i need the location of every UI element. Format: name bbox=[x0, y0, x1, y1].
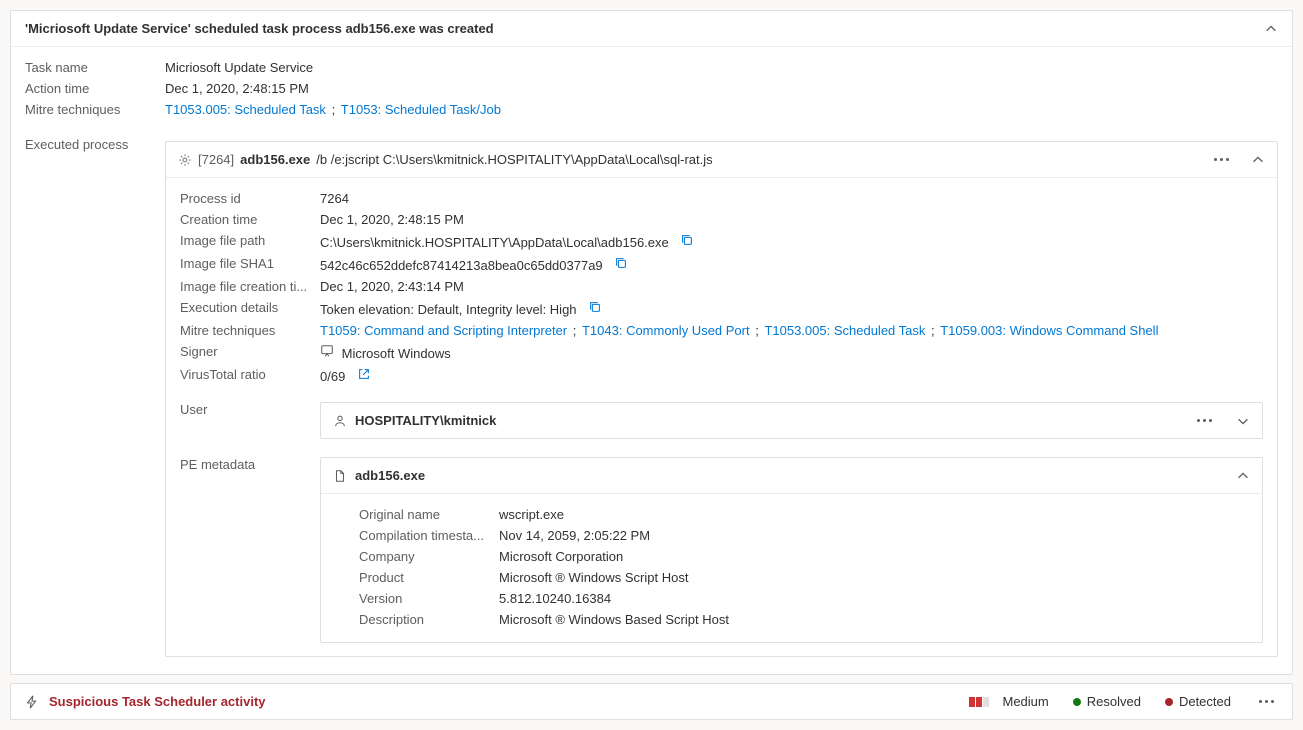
chevron-down-icon bbox=[1236, 414, 1250, 428]
value-image-path: C:\Users\kmitnick.HOSPITALITY\AppData\Lo… bbox=[320, 235, 669, 250]
label-version: Version bbox=[359, 591, 499, 606]
value-vt-ratio: 0/69 bbox=[320, 369, 345, 384]
value-exec-details: Token elevation: Default, Integrity leve… bbox=[320, 302, 577, 317]
mitre-link[interactable]: T1053: Scheduled Task/Job bbox=[341, 102, 501, 117]
copy-icon[interactable] bbox=[588, 300, 602, 314]
alert-title: Suspicious Task Scheduler activity bbox=[49, 694, 959, 709]
mitre-link[interactable]: T1053.005: Scheduled Task bbox=[764, 323, 925, 338]
label-vt-ratio: VirusTotal ratio bbox=[180, 367, 320, 384]
person-icon bbox=[333, 414, 347, 428]
label-signer: Signer bbox=[180, 344, 320, 361]
alert-classification: Detected bbox=[1179, 694, 1231, 709]
value-sha1: 542c46c652ddefc87414213a8bea0c65dd0377a9 bbox=[320, 258, 603, 273]
incident-header[interactable]: 'Micriosoft Update Service' scheduled ta… bbox=[11, 11, 1292, 47]
incident-title: 'Micriosoft Update Service' scheduled ta… bbox=[25, 21, 1264, 36]
user-panel-header[interactable]: HOSPITALITY\kmitnick bbox=[321, 403, 1262, 438]
value-description: Microsoft ® Windows Based Script Host bbox=[499, 612, 1246, 627]
value-company: Microsoft Corporation bbox=[499, 549, 1246, 564]
lightning-icon bbox=[25, 695, 39, 709]
incident-body: Task name Micriosoft Update Service Acti… bbox=[11, 47, 1292, 674]
label-comp-ts: Compilation timesta... bbox=[359, 528, 499, 543]
label-user: User bbox=[180, 402, 320, 417]
label-pe-metadata: PE metadata bbox=[180, 457, 320, 472]
process-exe-name: adb156.exe bbox=[240, 152, 310, 167]
pe-panel-header[interactable]: adb156.exe bbox=[321, 458, 1262, 493]
label-orig-name: Original name bbox=[359, 507, 499, 522]
label-proc-mitre: Mitre techniques bbox=[180, 323, 320, 338]
file-icon bbox=[333, 469, 347, 483]
mitre-link[interactable]: T1059: Command and Scripting Interpreter bbox=[320, 323, 567, 338]
status-dot-icon bbox=[1073, 698, 1081, 706]
copy-icon[interactable] bbox=[614, 256, 628, 270]
label-exec-details: Execution details bbox=[180, 300, 320, 317]
label-action-time: Action time bbox=[25, 81, 165, 96]
user-value: HOSPITALITY\kmitnick bbox=[355, 413, 1185, 428]
value-task-name: Micriosoft Update Service bbox=[165, 60, 1278, 75]
more-actions[interactable] bbox=[1255, 696, 1278, 707]
process-args: /b /e:jscript C:\Users\kmitnick.HOSPITAL… bbox=[316, 152, 712, 167]
value-process-id: 7264 bbox=[320, 191, 1263, 206]
alert-severity: Medium bbox=[1003, 694, 1049, 709]
alert-card[interactable]: Suspicious Task Scheduler activity Mediu… bbox=[10, 683, 1293, 720]
pe-panel-body: Original namewscript.exe Compilation tim… bbox=[321, 493, 1262, 642]
mitre-link[interactable]: T1043: Commonly Used Port bbox=[582, 323, 750, 338]
process-body: Process id7264 Creation timeDec 1, 2020,… bbox=[166, 178, 1277, 656]
label-process-id: Process id bbox=[180, 191, 320, 206]
label-executed-process: Executed process bbox=[25, 137, 165, 152]
label-product: Product bbox=[359, 570, 499, 585]
copy-icon[interactable] bbox=[680, 233, 694, 247]
value-action-time: Dec 1, 2020, 2:48:15 PM bbox=[165, 81, 1278, 96]
pe-file-name: adb156.exe bbox=[355, 468, 1216, 483]
value-comp-ts: Nov 14, 2059, 2:05:22 PM bbox=[499, 528, 1246, 543]
label-company: Company bbox=[359, 549, 499, 564]
label-creation-time: Creation time bbox=[180, 212, 320, 227]
label-mitre: Mitre techniques bbox=[25, 102, 165, 117]
certificate-icon bbox=[320, 344, 334, 358]
chevron-up-icon bbox=[1236, 469, 1250, 483]
process-pid-bracket: [7264] bbox=[198, 152, 234, 167]
value-orig-name: wscript.exe bbox=[499, 507, 1246, 522]
value-file-ctime: Dec 1, 2020, 2:43:14 PM bbox=[320, 279, 1263, 294]
mitre-link[interactable]: T1059.003: Windows Command Shell bbox=[940, 323, 1158, 338]
mitre-link[interactable]: T1053.005: Scheduled Task bbox=[165, 102, 326, 117]
label-description: Description bbox=[359, 612, 499, 627]
chevron-up-icon bbox=[1264, 22, 1278, 36]
separator: ; bbox=[332, 102, 339, 117]
chevron-up-icon bbox=[1251, 153, 1265, 167]
value-creation-time: Dec 1, 2020, 2:48:15 PM bbox=[320, 212, 1263, 227]
alert-status: Resolved bbox=[1087, 694, 1141, 709]
more-actions[interactable] bbox=[1210, 154, 1233, 165]
process-panel: [7264] adb156.exe /b /e:jscript C:\Users… bbox=[165, 141, 1278, 657]
value-signer: Microsoft Windows bbox=[342, 346, 451, 361]
label-image-path: Image file path bbox=[180, 233, 320, 250]
process-header[interactable]: [7264] adb156.exe /b /e:jscript C:\Users… bbox=[166, 142, 1277, 178]
label-task-name: Task name bbox=[25, 60, 165, 75]
severity-bars-icon bbox=[969, 697, 989, 707]
gear-icon bbox=[178, 153, 192, 167]
external-link-icon[interactable] bbox=[357, 367, 371, 381]
label-file-ctime: Image file creation ti... bbox=[180, 279, 320, 294]
label-sha1: Image file SHA1 bbox=[180, 256, 320, 273]
more-actions[interactable] bbox=[1193, 415, 1216, 426]
value-product: Microsoft ® Windows Script Host bbox=[499, 570, 1246, 585]
status-dot-icon bbox=[1165, 698, 1173, 706]
incident-card: 'Micriosoft Update Service' scheduled ta… bbox=[10, 10, 1293, 675]
value-version: 5.812.10240.16384 bbox=[499, 591, 1246, 606]
